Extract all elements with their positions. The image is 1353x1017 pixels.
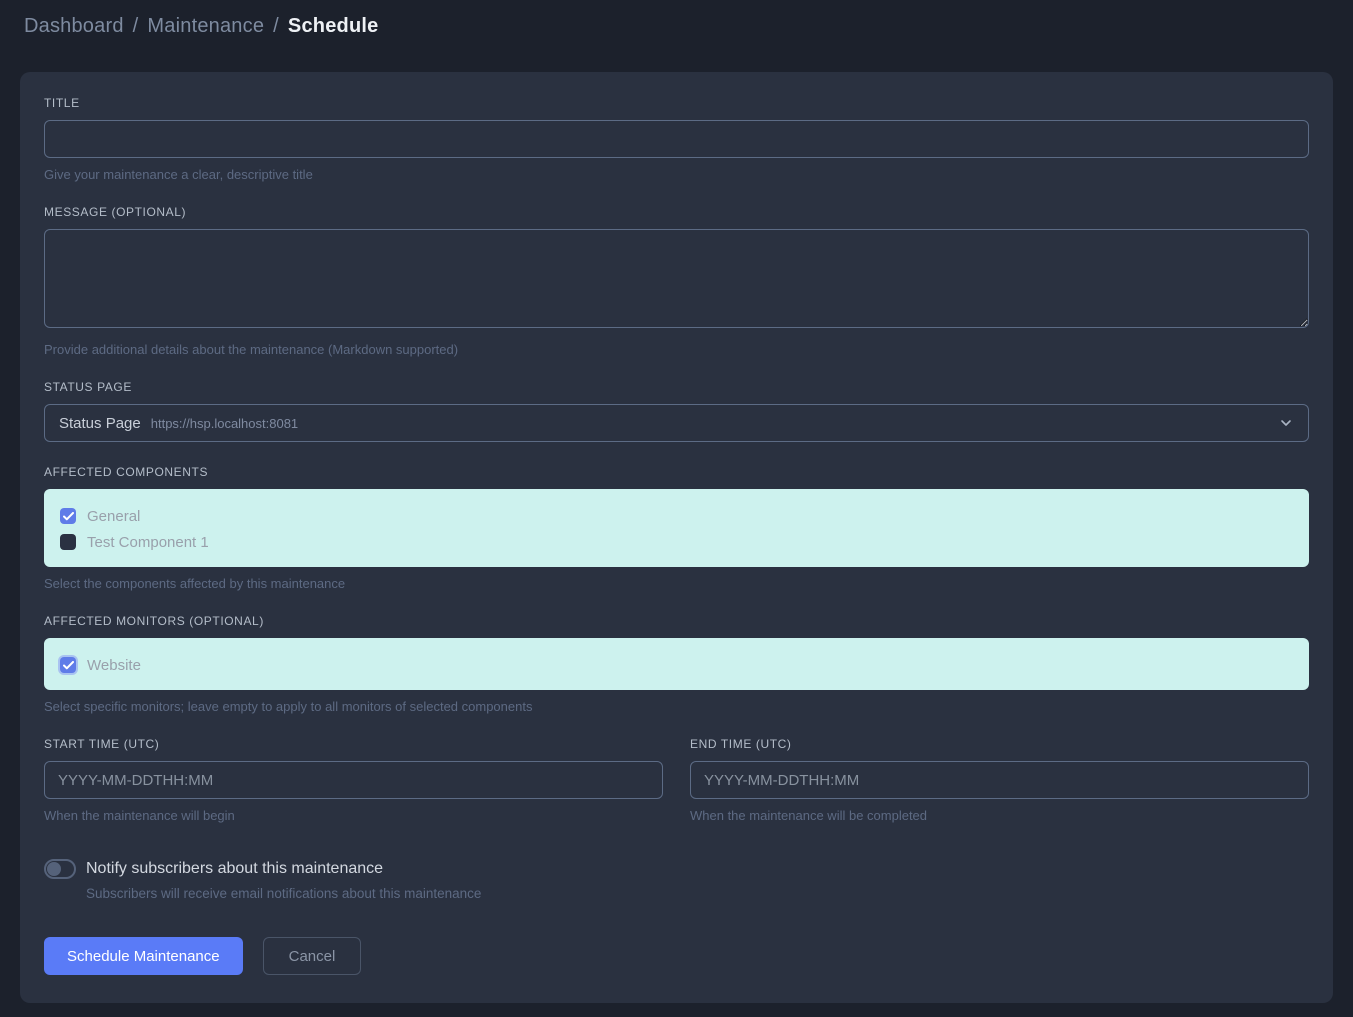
cancel-button[interactable]: Cancel	[263, 937, 362, 975]
title-input[interactable]	[44, 120, 1309, 158]
message-textarea[interactable]	[44, 229, 1309, 328]
title-label: TITLE	[44, 96, 1309, 110]
breadcrumb-current-schedule: Schedule	[288, 15, 379, 38]
affected-monitors-panel: Website	[44, 638, 1309, 690]
title-field-group: TITLE Give your maintenance a clear, des…	[44, 96, 1309, 182]
breadcrumb-maintenance[interactable]: Maintenance	[147, 15, 264, 38]
check-icon	[63, 512, 74, 521]
status-page-field-group: STATUS PAGE Status Page https://hsp.loca…	[44, 380, 1309, 442]
affected-monitors-label: AFFECTED MONITORS (OPTIONAL)	[44, 614, 1309, 628]
message-helper-text: Provide additional details about the mai…	[44, 342, 1309, 357]
component-option-general[interactable]: General	[60, 504, 1293, 528]
affected-components-helper-text: Select the components affected by this m…	[44, 576, 1309, 591]
component-label-test-component-1: Test Component 1	[87, 534, 209, 551]
schedule-maintenance-form-card: TITLE Give your maintenance a clear, des…	[20, 72, 1333, 1003]
end-time-helper-text: When the maintenance will be completed	[690, 808, 1309, 823]
start-time-helper-text: When the maintenance will begin	[44, 808, 663, 823]
message-field-group: MESSAGE (OPTIONAL) Provide additional de…	[44, 205, 1309, 357]
schedule-maintenance-button[interactable]: Schedule Maintenance	[44, 937, 243, 975]
end-time-field-group: END TIME (UTC) When the maintenance will…	[690, 737, 1309, 823]
status-page-label: STATUS PAGE	[44, 380, 1309, 394]
status-page-selected-url: https://hsp.localhost:8081	[151, 416, 298, 431]
breadcrumb-dashboard[interactable]: Dashboard	[24, 15, 124, 38]
breadcrumb-separator: /	[273, 15, 279, 38]
component-option-test-component-1[interactable]: Test Component 1	[60, 530, 1293, 554]
start-time-input[interactable]	[44, 761, 663, 799]
notify-subscribers-toggle[interactable]	[44, 859, 76, 879]
breadcrumb: Dashboard / Maintenance / Schedule	[24, 15, 378, 38]
status-page-select[interactable]: Status Page https://hsp.localhost:8081	[44, 404, 1309, 442]
status-page-selected-name: Status Page	[59, 415, 141, 432]
breadcrumb-separator: /	[133, 15, 139, 38]
top-bar: Dashboard / Maintenance / Schedule	[0, 0, 1353, 52]
monitor-label-website: Website	[87, 657, 141, 674]
title-helper-text: Give your maintenance a clear, descripti…	[44, 167, 1309, 182]
affected-monitors-helper-text: Select specific monitors; leave empty to…	[44, 699, 1309, 714]
time-fields-row: START TIME (UTC) When the maintenance wi…	[44, 737, 1309, 823]
notify-subscribers-section: Notify subscribers about this maintenanc…	[44, 859, 1309, 901]
affected-components-panel: General Test Component 1	[44, 489, 1309, 567]
notify-subscribers-toggle-row[interactable]: Notify subscribers about this maintenanc…	[44, 859, 1309, 879]
monitor-option-website[interactable]: Website	[60, 653, 1293, 677]
affected-components-field-group: AFFECTED COMPONENTS General Test Compone…	[44, 465, 1309, 591]
chevron-down-icon	[1278, 415, 1294, 431]
checkbox-test-component-1[interactable]	[60, 534, 76, 550]
notify-subscribers-helper-text: Subscribers will receive email notificat…	[86, 886, 1309, 901]
affected-monitors-field-group: AFFECTED MONITORS (OPTIONAL) Website Sel…	[44, 614, 1309, 714]
message-label: MESSAGE (OPTIONAL)	[44, 205, 1309, 219]
affected-components-label: AFFECTED COMPONENTS	[44, 465, 1309, 479]
checkbox-website[interactable]	[60, 657, 76, 673]
check-icon	[63, 661, 74, 670]
form-actions: Schedule Maintenance Cancel	[44, 937, 1309, 975]
start-time-field-group: START TIME (UTC) When the maintenance wi…	[44, 737, 663, 823]
end-time-label: END TIME (UTC)	[690, 737, 1309, 751]
end-time-input[interactable]	[690, 761, 1309, 799]
start-time-label: START TIME (UTC)	[44, 737, 663, 751]
notify-subscribers-label: Notify subscribers about this maintenanc…	[86, 860, 383, 878]
component-label-general: General	[87, 508, 140, 525]
toggle-knob	[47, 862, 61, 876]
checkbox-general[interactable]	[60, 508, 76, 524]
